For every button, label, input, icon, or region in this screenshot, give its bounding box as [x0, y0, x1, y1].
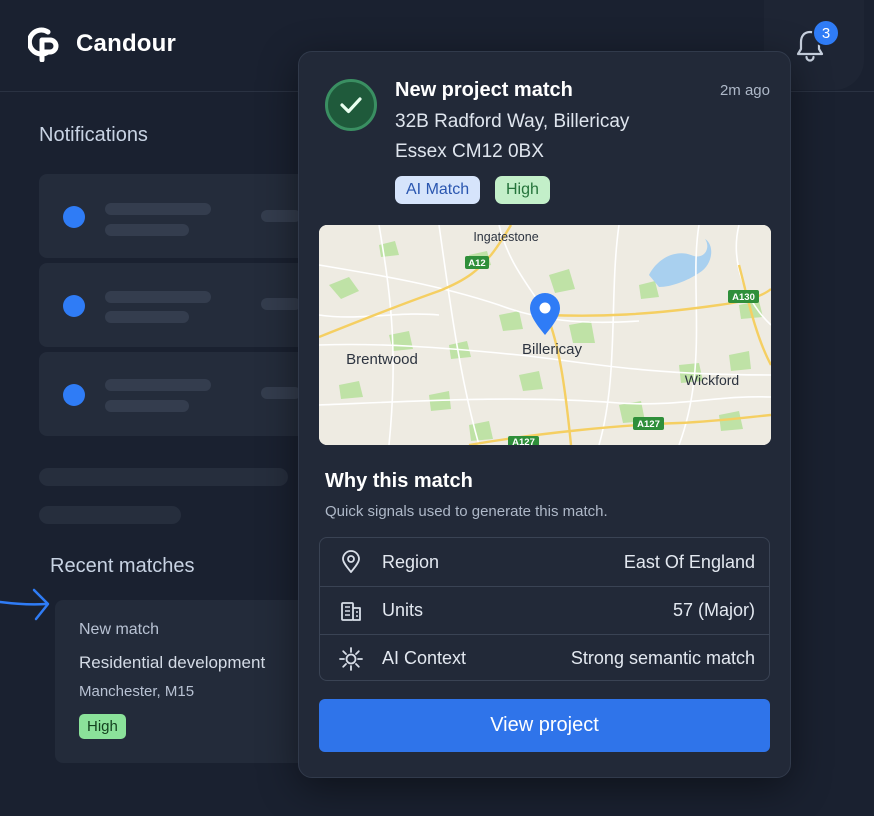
placeholder-line [105, 400, 189, 412]
placeholder-line [39, 468, 288, 486]
priority-tag: High [79, 714, 126, 739]
map-canvas: A12 A130 A127 A127 Ingatestone Brentwood… [319, 225, 771, 445]
priority-tag: High [495, 176, 550, 204]
building-icon [341, 601, 361, 621]
recent-matches-heading: Recent matches [50, 555, 195, 577]
recent-match-card[interactable]: New match Residential development Manche… [55, 600, 315, 763]
notification-item[interactable] [39, 174, 339, 258]
road-label-a12: A12 [468, 258, 485, 269]
placeholder-line [105, 203, 211, 215]
notification-item[interactable] [39, 352, 339, 436]
arrow-right-icon [0, 588, 50, 621]
place-label-ingatestone: Ingatestone [473, 230, 538, 244]
why-match-heading: Why this match [325, 470, 473, 492]
view-project-button[interactable]: View project [319, 699, 770, 752]
sparkle-icon [339, 646, 363, 671]
unread-dot [63, 206, 85, 228]
address-line-2: Essex CM12 0BX [395, 141, 544, 162]
notification-popover: New project match 2m ago 32B Radford Way… [298, 51, 791, 778]
notification-item[interactable] [39, 263, 339, 347]
app-name: Candour [76, 30, 177, 57]
placeholder-line [105, 224, 189, 236]
signal-row-units: Units 57 (Major) [320, 586, 769, 634]
place-label-wickford: Wickford [685, 372, 739, 388]
placeholder-line [261, 298, 301, 310]
signal-value: 57 (Major) [672, 600, 755, 620]
app-logo[interactable]: Candour [28, 26, 176, 62]
placeholder-line [39, 506, 181, 524]
unread-dot [63, 384, 85, 406]
location-pin-icon [342, 550, 360, 573]
road-label-a127: A127 [637, 419, 660, 430]
timestamp: 2m ago [719, 82, 770, 99]
placeholder-line [105, 291, 211, 303]
road-label-a130: A130 [732, 292, 755, 303]
notification-count-badge: 3 [812, 19, 840, 47]
signal-label: AI Context [382, 648, 467, 668]
address-line-1: 32B Radford Way, Billericay [395, 111, 630, 132]
place-label-billericay: Billericay [522, 341, 583, 358]
signal-row-region: Region East Of England [320, 538, 769, 586]
match-signals-table: Region East Of England Units 57 (Major) … [319, 537, 770, 681]
placeholder-line [105, 379, 211, 391]
placeholder-line [261, 387, 301, 399]
match-title: Residential development [79, 653, 266, 672]
candour-logo-icon [28, 27, 59, 62]
ai-match-tag: AI Match [395, 176, 481, 204]
signal-row-ai-context: AI Context Strong semantic match [320, 634, 769, 682]
popover-title: New project match [395, 79, 573, 101]
success-check-icon [325, 79, 377, 131]
match-kicker: New match [79, 621, 160, 638]
road-label-a127-bottom: A127 [512, 437, 535, 445]
notifications-heading: Notifications [39, 124, 148, 146]
placeholder-line [105, 311, 189, 323]
location-map[interactable]: A12 A130 A127 A127 Ingatestone Brentwood… [319, 225, 771, 445]
unread-dot [63, 295, 85, 317]
match-location: Manchester, M15 [79, 683, 195, 700]
signal-value: Strong semantic match [570, 648, 755, 668]
signal-label: Units [382, 600, 424, 620]
signal-value: East Of England [623, 551, 755, 572]
placeholder-line [261, 210, 301, 222]
signal-label: Region [382, 551, 440, 572]
why-match-subtitle: Quick signals used to generate this matc… [325, 503, 608, 520]
place-label-brentwood: Brentwood [346, 351, 418, 368]
